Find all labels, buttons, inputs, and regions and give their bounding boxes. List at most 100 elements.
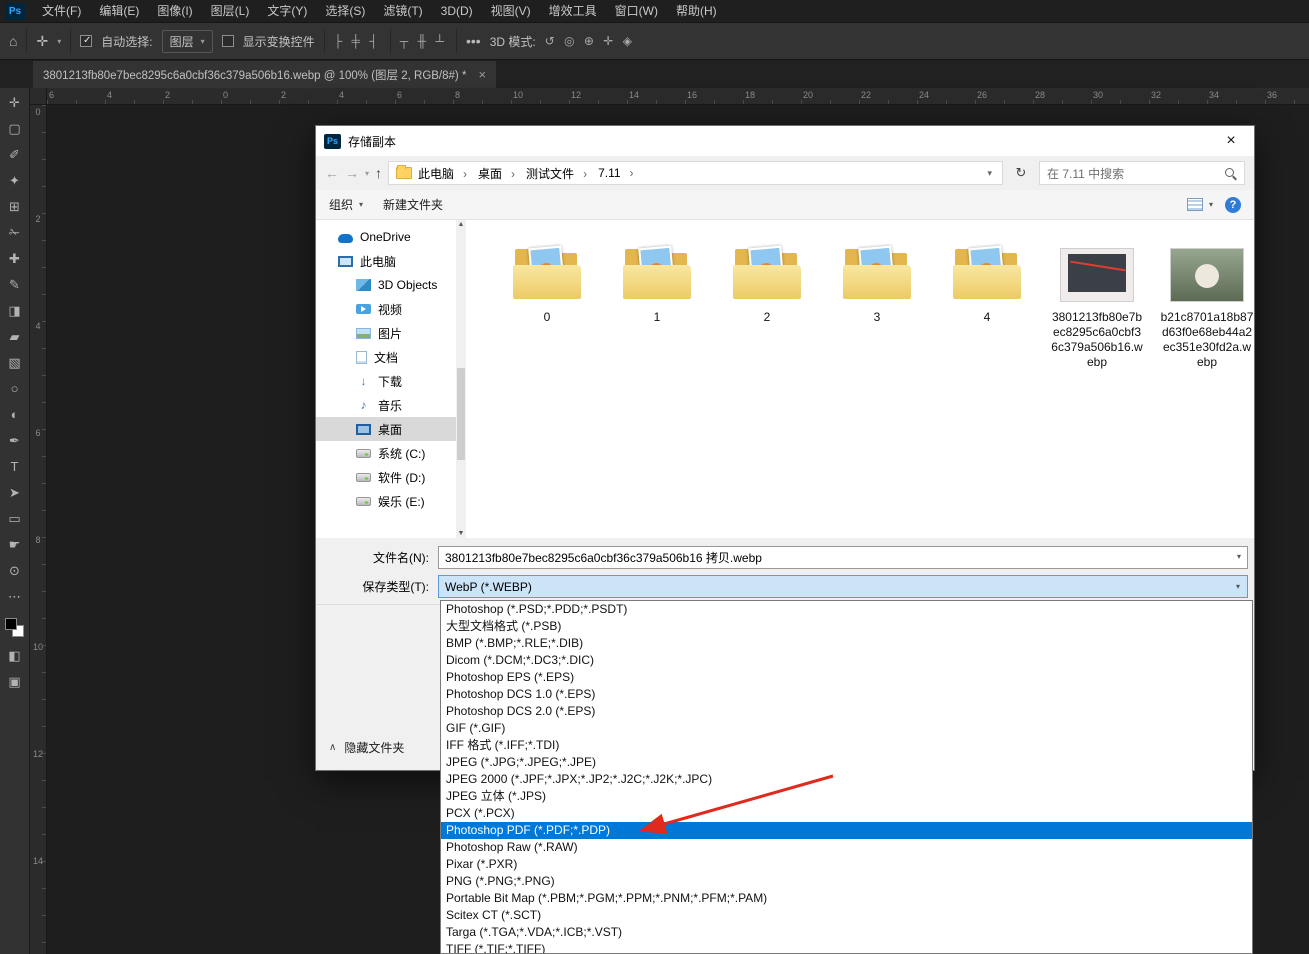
show-transform-checkbox[interactable] xyxy=(222,35,234,47)
breadcrumb-item[interactable]: 7.11 xyxy=(596,166,642,180)
screen-mode-icon[interactable]: ▣ xyxy=(4,674,26,689)
filename-input[interactable] xyxy=(438,546,1248,569)
filetype-option[interactable]: Photoshop DCS 2.0 (*.EPS) xyxy=(441,703,1252,720)
back-button[interactable]: ← xyxy=(325,166,339,180)
dialog-close-button[interactable]: × xyxy=(1208,126,1254,156)
distribute-icons[interactable]: ┬ ╫ ┴ xyxy=(400,34,447,48)
filetype-option[interactable]: GIF (*.GIF) xyxy=(441,720,1252,737)
menu-item[interactable]: 视图(V) xyxy=(482,0,540,22)
filename-field[interactable]: ▾ xyxy=(438,546,1248,569)
hand-tool[interactable]: ☛ xyxy=(4,537,26,552)
folder-item[interactable]: 0 xyxy=(492,228,602,325)
filetype-option[interactable]: JPEG (*.JPG;*.JPEG;*.JPE) xyxy=(441,754,1252,771)
filetype-option[interactable]: JPEG 立体 (*.JPS) xyxy=(441,788,1252,805)
sidebar-item-documents[interactable]: 文档 xyxy=(316,345,456,369)
sidebar-scrollbar[interactable]: ▲ ▼ xyxy=(456,220,466,538)
organize-button[interactable]: 组织 ▾ xyxy=(329,196,363,213)
healing-brush-tool[interactable]: ✚ xyxy=(4,251,26,266)
history-dropdown-icon[interactable]: ▾ xyxy=(365,169,369,178)
menu-item[interactable]: 图像(I) xyxy=(148,0,201,22)
clone-stamp-tool[interactable]: ◨ xyxy=(4,303,26,318)
gradient-tool[interactable]: ▧ xyxy=(4,355,26,370)
filetype-option[interactable]: Targa (*.TGA;*.VDA;*.ICB;*.VST) xyxy=(441,924,1252,941)
scroll-up-icon[interactable]: ▲ xyxy=(456,221,466,228)
search-box[interactable]: 在 7.11 中搜索 xyxy=(1039,161,1245,185)
type-tool[interactable]: T xyxy=(4,459,26,474)
breadcrumb-item[interactable]: 桌面 xyxy=(476,165,524,182)
breadcrumb-item[interactable]: 此电脑 xyxy=(416,165,476,182)
sidebar-item-this-pc[interactable]: 此电脑 xyxy=(316,249,456,273)
move-tool[interactable]: ✛ xyxy=(4,95,26,110)
filetype-option[interactable]: Photoshop Raw (*.RAW) xyxy=(441,839,1252,856)
auto-select-target-dropdown[interactable]: 图层 ▾ xyxy=(162,30,213,53)
eraser-tool[interactable]: ▰ xyxy=(4,329,26,344)
folder-item[interactable]: 1 xyxy=(602,228,712,325)
filetype-option[interactable]: Dicom (*.DCM;*.DC3;*.DIC) xyxy=(441,652,1252,669)
savetype-combobox[interactable]: WebP (*.WEBP) ▾ xyxy=(438,575,1248,598)
scroll-down-icon[interactable]: ▼ xyxy=(456,530,466,537)
file-item[interactable]: 3801213fb80e7bec8295c6a0cbf36c379a506b16… xyxy=(1042,228,1152,370)
filetype-option[interactable]: Photoshop PDF (*.PDF;*.PDP) xyxy=(441,822,1252,839)
filetype-option[interactable]: PCX (*.PCX) xyxy=(441,805,1252,822)
file-item[interactable]: b21c8701a18b87d63f0e68eb44a2ec351e30fd2a… xyxy=(1152,228,1254,370)
menu-item[interactable]: 选择(S) xyxy=(316,0,374,22)
filetype-option[interactable]: Portable Bit Map (*.PBM;*.PGM;*.PPM;*.PN… xyxy=(441,890,1252,907)
document-tab[interactable]: 3801213fb80e7bec8295c6a0cbf36c379a506b16… xyxy=(33,61,496,88)
up-button[interactable]: ↑ xyxy=(375,166,382,180)
menu-item[interactable]: 文件(F) xyxy=(33,0,90,22)
filetype-option[interactable]: Photoshop EPS (*.EPS) xyxy=(441,669,1252,686)
chevron-down-icon[interactable]: ▾ xyxy=(57,37,61,46)
zoom-tool[interactable]: ⊙ xyxy=(4,563,26,578)
shape-tool[interactable]: ▭ xyxy=(4,511,26,526)
sidebar-item-drive-e[interactable]: 娱乐 (E:) xyxy=(316,489,456,513)
filetype-option[interactable]: 大型文档格式 (*.PSB) xyxy=(441,618,1252,635)
menu-item[interactable]: 图层(L) xyxy=(202,0,259,22)
sidebar-item-pictures[interactable]: 图片 xyxy=(316,321,456,345)
address-dropdown-icon[interactable]: ▾ xyxy=(982,168,997,179)
folder-item[interactable]: 2 xyxy=(712,228,822,325)
filetype-option[interactable]: Photoshop DCS 1.0 (*.EPS) xyxy=(441,686,1252,703)
align-icons[interactable]: ├ ╪ ┤ xyxy=(334,34,381,48)
refresh-button[interactable]: ↻ xyxy=(1009,161,1033,185)
sidebar-item-3d-objects[interactable]: 3D Objects xyxy=(316,273,456,297)
filetype-option[interactable]: PNG (*.PNG;*.PNG) xyxy=(441,873,1252,890)
dialog-titlebar[interactable]: Ps 存储副本 × xyxy=(316,126,1254,156)
path-selection-tool[interactable]: ➤ xyxy=(4,485,26,500)
more-options-icon[interactable]: ••• xyxy=(466,34,481,48)
search-icon[interactable] xyxy=(1224,167,1237,180)
forward-button[interactable]: → xyxy=(345,166,359,180)
lasso-tool[interactable]: ✐ xyxy=(4,147,26,162)
scrollbar-thumb[interactable] xyxy=(457,368,465,460)
brush-tool[interactable]: ✎ xyxy=(4,277,26,292)
menu-item[interactable]: 3D(D) xyxy=(432,0,482,22)
menu-item[interactable]: 编辑(E) xyxy=(90,0,148,22)
filetype-option[interactable]: TIFF (*.TIF;*.TIFF) xyxy=(441,941,1252,954)
sidebar-item-videos[interactable]: 视频 xyxy=(316,297,456,321)
sidebar-item-onedrive[interactable]: OneDrive xyxy=(316,225,456,249)
filetype-option[interactable]: Photoshop (*.PSD;*.PDD;*.PSDT) xyxy=(441,601,1252,618)
foreground-color-swatch[interactable] xyxy=(5,618,17,630)
hide-folders-button[interactable]: ∧ 隐藏文件夹 xyxy=(329,739,404,756)
auto-select-checkbox[interactable] xyxy=(80,35,92,47)
sidebar-item-drive-d[interactable]: 软件 (D:) xyxy=(316,465,456,489)
pen-tool[interactable]: ✒ xyxy=(4,433,26,448)
chevron-down-icon[interactable]: ▾ xyxy=(1236,582,1240,591)
view-toggle-button[interactable]: ▾ xyxy=(1187,198,1213,211)
home-icon[interactable]: ⌂ xyxy=(9,34,17,48)
menu-item[interactable]: 帮助(H) xyxy=(667,0,726,22)
folder-item[interactable]: 3 xyxy=(822,228,932,325)
color-swatches[interactable] xyxy=(5,618,24,637)
eyedropper-tool[interactable]: ✁ xyxy=(4,225,26,240)
breadcrumb-item[interactable]: 测试文件 xyxy=(524,165,596,182)
quick-mask-icon[interactable]: ◧ xyxy=(4,648,26,663)
quick-selection-tool[interactable]: ✦ xyxy=(4,173,26,188)
menu-item[interactable]: 窗口(W) xyxy=(606,0,667,22)
new-folder-button[interactable]: 新建文件夹 xyxy=(383,196,443,213)
crop-tool[interactable]: ⊞ xyxy=(4,199,26,214)
filetype-option[interactable]: JPEG 2000 (*.JPF;*.JPX;*.JP2;*.J2C;*.J2K… xyxy=(441,771,1252,788)
tab-close-icon[interactable]: × xyxy=(478,67,486,82)
filetype-option[interactable]: IFF 格式 (*.IFF;*.TDI) xyxy=(441,737,1252,754)
filetype-option[interactable]: Scitex CT (*.SCT) xyxy=(441,907,1252,924)
dodge-tool[interactable]: ◐ xyxy=(4,407,26,422)
filetype-option[interactable]: BMP (*.BMP;*.RLE;*.DIB) xyxy=(441,635,1252,652)
